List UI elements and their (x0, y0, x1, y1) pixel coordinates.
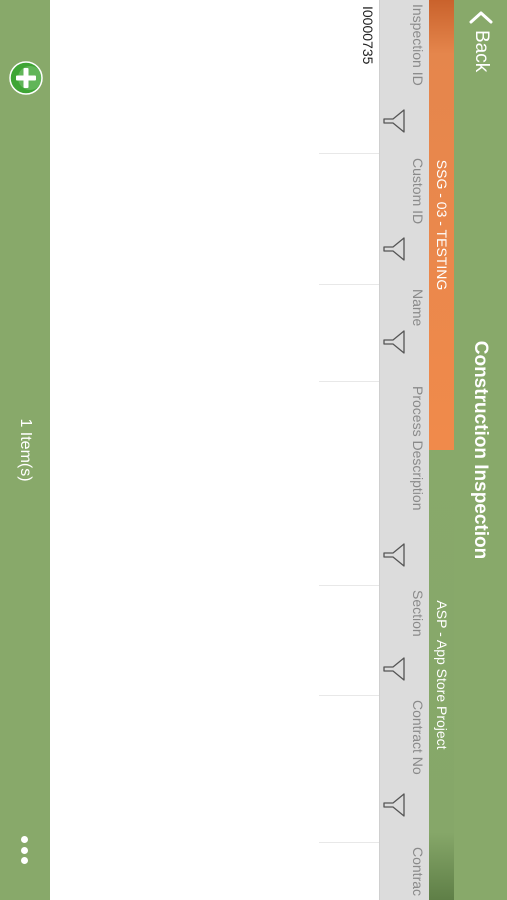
filter-icon[interactable] (382, 656, 406, 682)
item-count: 1 Item(s) (17, 418, 34, 482)
table-cell[interactable]: I0000735 (319, 0, 379, 154)
filter-icon[interactable] (382, 236, 406, 262)
project-tabs: SSG - 03 - TESTING ASP - App Store Proje… (429, 0, 454, 900)
footer-toolbar: 1 Item(s) (0, 0, 50, 900)
column-header-contract-no: Contract No (380, 696, 429, 843)
chevron-left-icon (469, 11, 493, 24)
filter-icon[interactable] (382, 329, 406, 355)
column-label: Custom ID (410, 158, 426, 225)
page-title: Construction Inspection (470, 340, 491, 560)
tab-asp-app-store-project[interactable]: ASP - App Store Project (429, 450, 454, 900)
app-landscape-view: Back Construction Inspection SSG - 03 - … (0, 0, 507, 900)
tab-ssg-03-testing[interactable]: SSG - 03 - TESTING (429, 0, 454, 450)
column-header-contractor: Contrac (380, 843, 429, 900)
column-label: Contract No (410, 700, 426, 775)
table-cell[interactable] (319, 843, 379, 900)
empty-list-area (50, 0, 319, 900)
back-button[interactable]: Back (463, 10, 499, 72)
table-cell[interactable] (319, 285, 379, 382)
column-label: Contrac (410, 847, 426, 897)
tab-label: SSG - 03 - TESTING (434, 159, 450, 291)
grid-body: I0000735 (319, 0, 379, 900)
inspection-id-value: I0000735 (360, 6, 376, 65)
back-label: Back (471, 30, 492, 73)
filter-icon[interactable] (382, 792, 406, 818)
column-label: Inspection ID (410, 4, 426, 86)
table-cell[interactable] (319, 586, 379, 696)
table-cell[interactable] (319, 382, 379, 586)
column-label: Process Description (410, 386, 426, 511)
tab-label: ASP - App Store Project (434, 600, 450, 750)
grid-header: Inspection ID Custom ID Name Process Des… (379, 0, 429, 900)
column-label: Section (410, 590, 426, 637)
column-header-inspection-id: Inspection ID (380, 0, 429, 154)
table-cell[interactable] (319, 154, 379, 285)
filter-icon[interactable] (382, 108, 406, 134)
column-header-custom-id: Custom ID (380, 154, 429, 285)
table-cell[interactable] (319, 696, 379, 843)
navigation-bar: Back Construction Inspection (454, 0, 507, 900)
more-dots-icon[interactable] (12, 836, 38, 864)
column-header-process-description: Process Description (380, 382, 429, 586)
column-header-name: Name (380, 285, 429, 382)
column-header-section: Section (380, 586, 429, 696)
filter-icon[interactable] (382, 542, 406, 568)
column-label: Name (410, 289, 426, 327)
